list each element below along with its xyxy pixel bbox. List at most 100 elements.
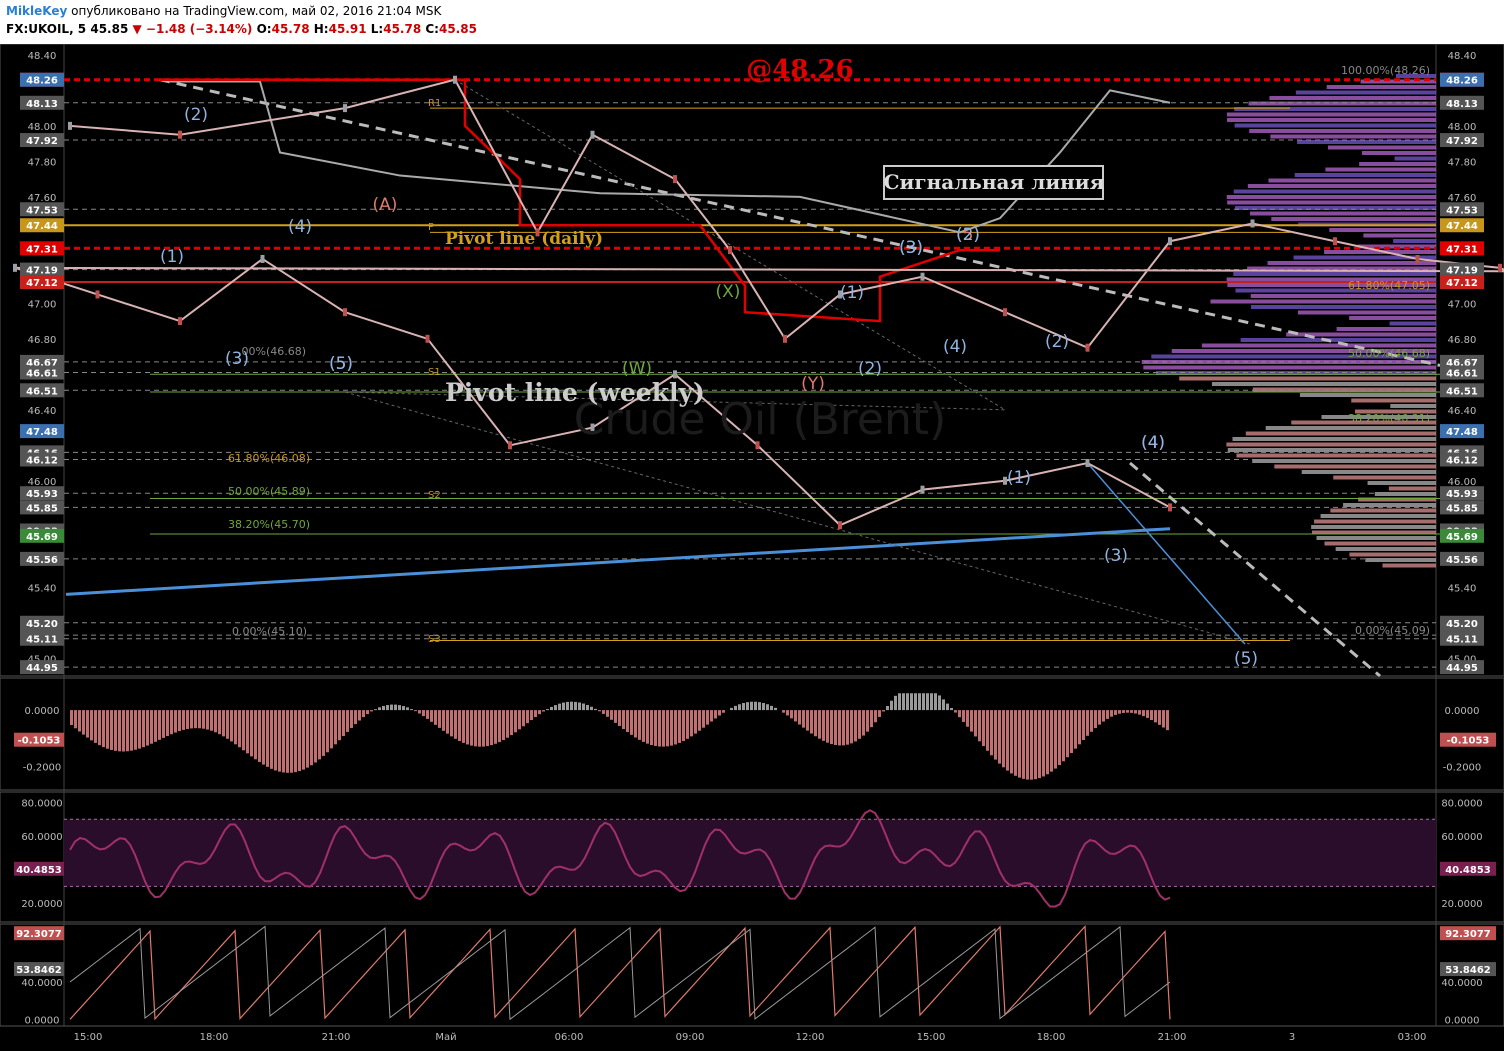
price-tick-right: 45.40 — [1448, 583, 1477, 594]
volume-bar — [1247, 184, 1436, 188]
macd-bar — [702, 710, 705, 728]
wave-label: (5) — [329, 354, 353, 374]
macd-bar — [1162, 710, 1165, 728]
price-tag-right-text: 45.20 — [1446, 619, 1478, 630]
price-tag-left-text: 46.12 — [26, 455, 58, 466]
price-tag-right-text: 44.95 — [1446, 663, 1478, 674]
macd-bar — [982, 710, 985, 747]
time-tick: Май — [435, 1032, 456, 1043]
price-candle — [13, 263, 17, 272]
price-tick-left: 45.40 — [28, 583, 57, 594]
aroon-tick-left: 0.0000 — [25, 1015, 60, 1026]
price-candle — [838, 521, 842, 530]
macd-bar — [1050, 710, 1053, 772]
time-tick: 3 — [1289, 1032, 1295, 1043]
macd-bar — [1054, 710, 1057, 769]
macd-bar — [450, 710, 453, 737]
time-tick: 12:00 — [796, 1032, 825, 1043]
macd-tick-left: -0.2000 — [23, 762, 62, 773]
wave-label: (4) — [288, 217, 312, 237]
price-tag-right-text: 45.93 — [1446, 489, 1478, 500]
wave-label: (4) — [943, 337, 967, 357]
price-change: −1.48 (−3.14%) — [145, 22, 253, 36]
macd-bar — [862, 710, 865, 736]
price-candle — [673, 175, 677, 184]
volume-bar — [1297, 140, 1436, 144]
macd-bar — [478, 710, 481, 747]
macd-bar — [1042, 710, 1045, 777]
macd-bar — [678, 710, 681, 743]
price-candle — [728, 246, 732, 255]
aroon-tick-left: 40.0000 — [21, 978, 62, 989]
price-candle — [343, 308, 347, 317]
macd-bar — [246, 710, 249, 754]
price-tag-right-text: 45.56 — [1446, 555, 1478, 566]
price-candle — [1168, 503, 1172, 512]
wave-label: (W) — [622, 359, 652, 379]
macd-bar — [338, 710, 341, 741]
macd-bar — [962, 710, 965, 722]
macd-bar — [158, 710, 161, 740]
fib-label: 61.80%(47.05) — [1348, 279, 1430, 292]
chart-header: MikleKey опубликовано на TradingView.com… — [0, 0, 1504, 44]
high-label: H: — [313, 22, 329, 36]
volume-bar — [1333, 475, 1436, 480]
steep-trend-line — [1129, 461, 1381, 678]
macd-bar — [598, 710, 601, 712]
macd-bar — [414, 710, 417, 712]
publish-info: опубликовано на TradingView.com, май 02,… — [67, 4, 442, 18]
macd-bar — [1030, 710, 1033, 780]
macd-bar — [750, 701, 753, 711]
macd-bar — [146, 710, 149, 746]
macd-bar — [78, 710, 81, 732]
macd-bar — [1134, 710, 1137, 714]
macd-bar — [458, 710, 461, 742]
macd-bar — [538, 710, 541, 715]
macd-bar — [970, 710, 973, 732]
last-price: 45.85 — [90, 22, 129, 36]
macd-bar — [854, 710, 857, 742]
volume-bar — [1250, 294, 1436, 298]
fib-label: 61.80%(46.08) — [228, 452, 310, 465]
macd-bar — [474, 710, 477, 747]
macd-bar — [914, 693, 917, 711]
macd-bar — [314, 710, 317, 763]
author-link[interactable]: MikleKey — [6, 4, 67, 18]
macd-bar — [1150, 710, 1153, 721]
down-arrow-icon: ▼ — [132, 22, 142, 36]
price-tag-right-text: 47.19 — [1446, 266, 1478, 277]
volume-bar — [1227, 448, 1436, 452]
macd-bar — [618, 710, 621, 726]
macd-bar — [1026, 710, 1029, 780]
price-tick-right: 47.80 — [1448, 157, 1477, 168]
macd-bar — [1018, 710, 1021, 778]
macd-bar — [714, 710, 717, 719]
macd-bar — [406, 707, 409, 711]
volume-bar — [1294, 173, 1436, 177]
macd-bar — [762, 702, 765, 711]
volume-bar — [1249, 211, 1436, 216]
macd-bar — [254, 710, 257, 760]
macd-bar — [870, 710, 873, 728]
volume-bar — [1327, 145, 1436, 150]
macd-bar — [738, 704, 741, 711]
macd-bar — [706, 710, 709, 725]
macd-bar — [774, 707, 777, 711]
macd-current-left-text: -0.1053 — [18, 736, 61, 747]
macd-bar — [130, 710, 133, 751]
symbol-label[interactable]: FX:UKOIL, 5 — [6, 22, 86, 36]
macd-bar — [1166, 710, 1169, 731]
macd-bar — [266, 710, 269, 767]
macd-bar — [526, 710, 529, 724]
macd-bar — [1022, 710, 1025, 779]
price-tag-left-text: 45.69 — [26, 532, 58, 543]
macd-bar — [666, 710, 669, 747]
volume-bar — [1330, 508, 1436, 513]
macd-bar — [806, 710, 809, 731]
price-tag-left-text: 45.20 — [26, 619, 58, 630]
price-tag-left-text: 47.53 — [26, 205, 58, 216]
price-tag-right-text: 46.51 — [1446, 386, 1478, 397]
chart-canvas[interactable]: Crude Oil (Brent)@48.26Сигнальная линияP… — [0, 44, 1504, 1051]
price-tick-left: 46.80 — [28, 335, 57, 346]
price-tag-right-text: 48.13 — [1446, 99, 1478, 110]
